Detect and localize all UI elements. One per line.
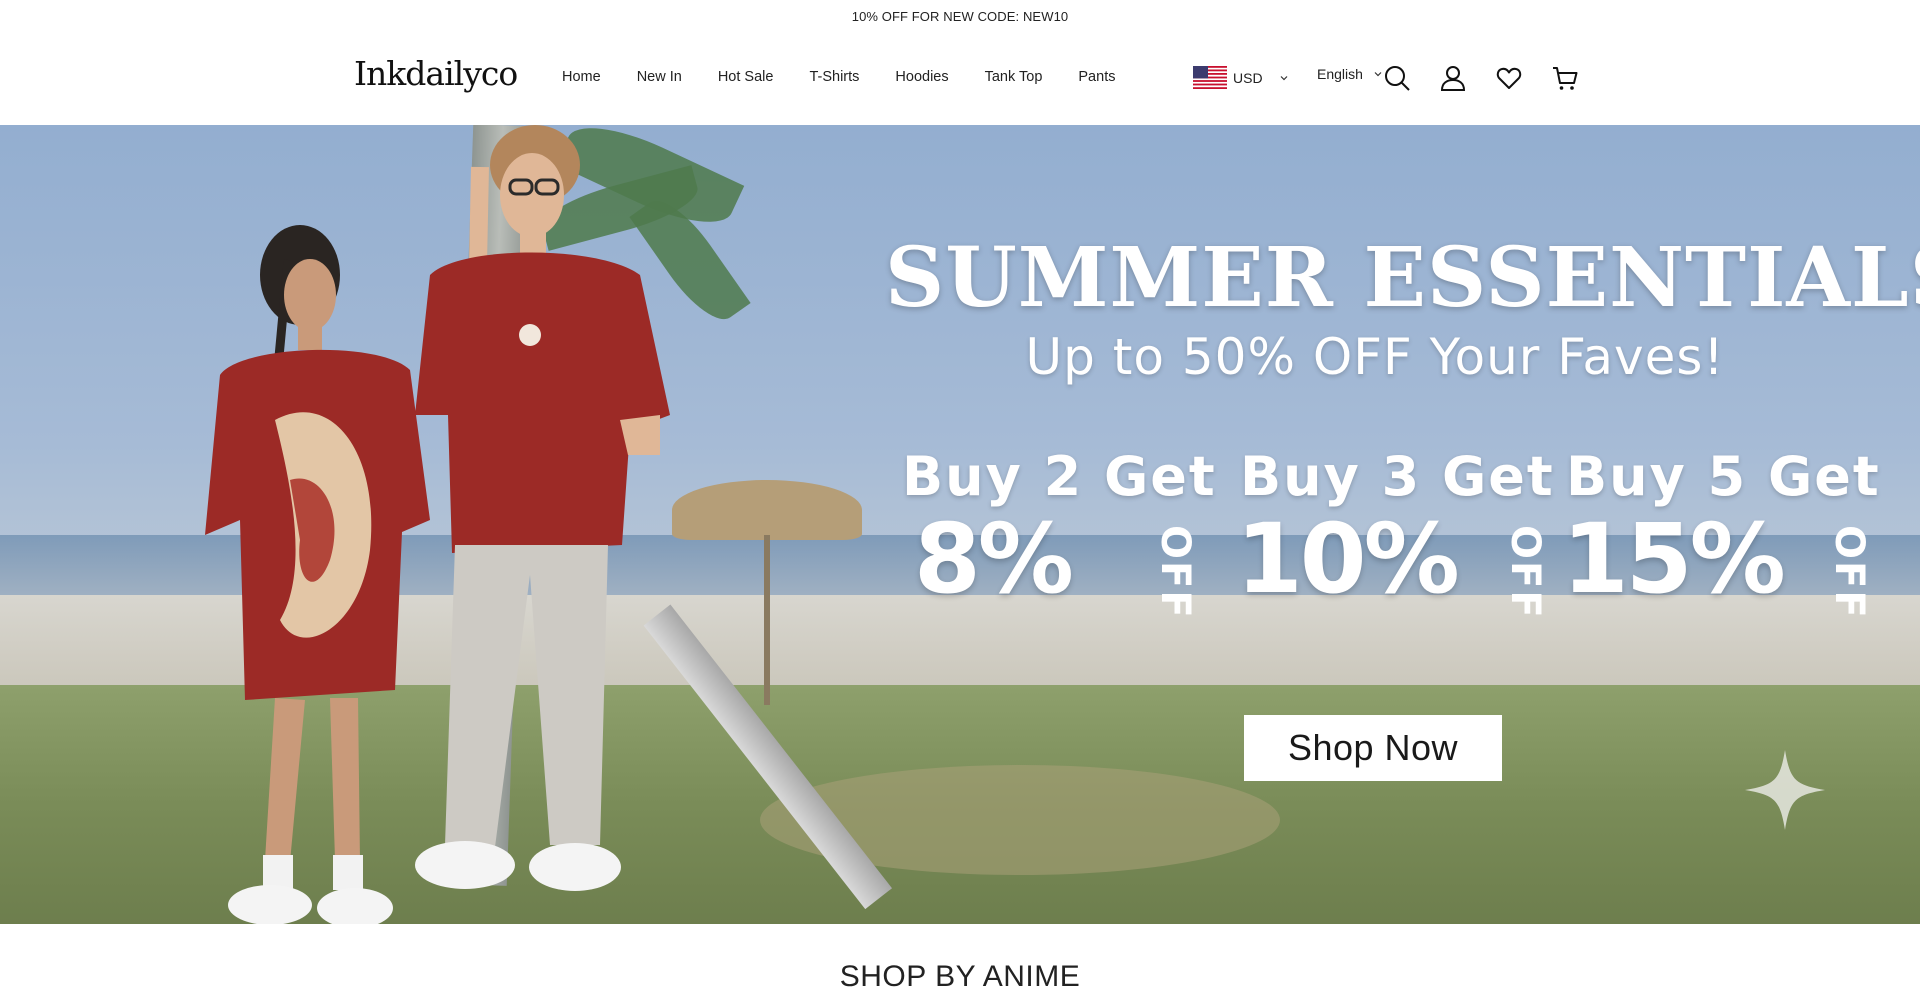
nav-item-t-shirts[interactable]: T-Shirts xyxy=(809,69,859,85)
wishlist-heart-icon xyxy=(1496,67,1522,89)
language-label: English xyxy=(1317,66,1363,82)
nav-item-home[interactable]: Home xyxy=(562,69,601,85)
offer-buy-3: Buy 3 Get 10% OFF xyxy=(1236,445,1555,620)
offer-condition: Buy 3 Get xyxy=(1240,445,1555,508)
section-title-shop-by-anime: SHOP BY ANIME xyxy=(839,960,1081,993)
announcement-text: 10% OFF FOR NEW CODE: NEW10 xyxy=(851,9,1069,24)
cart-button[interactable] xyxy=(1550,63,1580,93)
currency-label: USD xyxy=(1233,69,1263,86)
us-flag-icon xyxy=(1193,66,1227,89)
chevron-down-icon xyxy=(1280,75,1287,80)
hero-headline: SUMMER ESSENTIALS xyxy=(885,230,1920,326)
nav-item-new-in[interactable]: New In xyxy=(637,69,682,85)
hero-banner[interactable]: SUMMER ESSENTIALS Up to 50% OFF Your Fav… xyxy=(0,125,1920,924)
offer-condition: Buy 2 Get xyxy=(902,445,1217,508)
language-selector[interactable]: English xyxy=(1317,66,1383,82)
beach-umbrella-pole xyxy=(764,535,770,705)
search-icon xyxy=(1385,66,1410,91)
offer-condition: Buy 5 Get xyxy=(1566,445,1881,508)
shop-now-button[interactable]: Shop Now xyxy=(1244,715,1502,781)
nav-item-hoodies[interactable]: Hoodies xyxy=(895,69,948,85)
currency-selector[interactable]: USD xyxy=(1193,66,1289,89)
beach-umbrella xyxy=(672,480,862,540)
site-header: Inkdailyco Home New In Hot Sale T-Shirts… xyxy=(0,33,1920,125)
offer-discount: 15% xyxy=(1562,503,1786,615)
offer-off-label: OFF xyxy=(1826,525,1872,620)
cart-icon xyxy=(1553,67,1578,90)
sparkle-icon xyxy=(1745,750,1825,830)
offer-off-label: OFF xyxy=(1152,525,1198,620)
offer-discount: 8% xyxy=(914,503,1074,615)
nav-item-tank-top[interactable]: Tank Top xyxy=(985,69,1043,85)
account-icon xyxy=(1440,66,1466,91)
main-nav: Home New In Hot Sale T-Shirts Hoodies Ta… xyxy=(562,69,1151,85)
account-button[interactable] xyxy=(1438,63,1468,93)
model-man-image xyxy=(415,125,670,891)
logo[interactable]: Inkdailyco xyxy=(354,54,518,93)
offer-off-label: OFF xyxy=(1502,525,1548,620)
announcement-bar: 10% OFF FOR NEW CODE: NEW10 xyxy=(0,0,1920,33)
search-button[interactable] xyxy=(1382,63,1412,93)
hero-subheadline: Up to 50% OFF Your Faves! xyxy=(1025,328,1725,386)
offer-buy-2: Buy 2 Get 8% OFF xyxy=(902,445,1217,620)
nav-item-hot-sale[interactable]: Hot Sale xyxy=(718,69,774,85)
wishlist-button[interactable] xyxy=(1494,63,1524,93)
offer-discount: 10% xyxy=(1236,503,1460,615)
offer-buy-5: Buy 5 Get 15% OFF xyxy=(1562,445,1881,620)
nav-item-pants[interactable]: Pants xyxy=(1078,69,1115,85)
